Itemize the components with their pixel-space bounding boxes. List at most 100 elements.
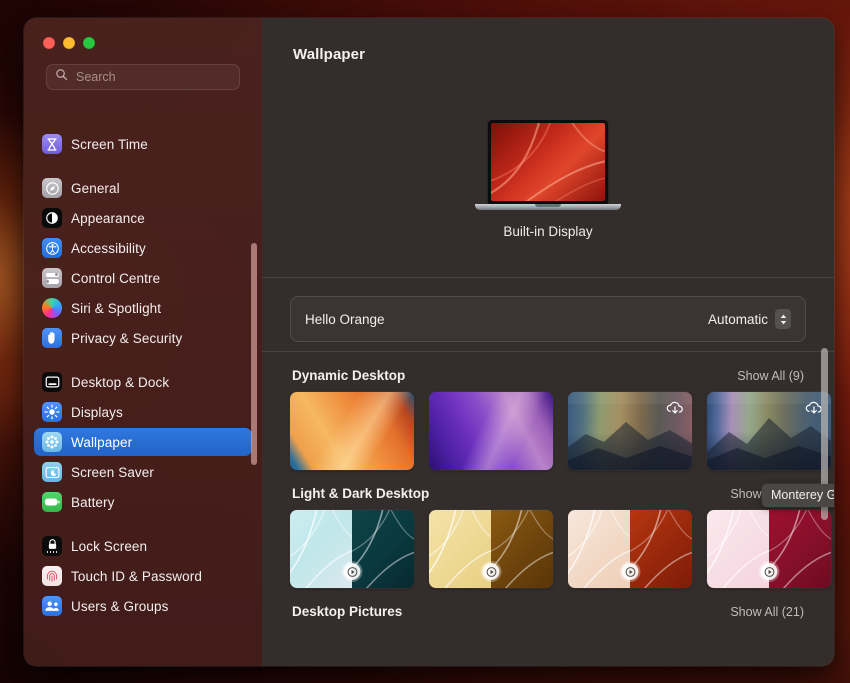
section-header: Dynamic Desktop Show All (9) xyxy=(290,368,806,392)
sidebar-item-label: Battery xyxy=(71,495,114,510)
sidebar-item-label: Wallpaper xyxy=(71,435,132,450)
section-header: Light & Dark DesktopShow All (19) xyxy=(290,486,806,510)
sidebar-item-label: Desktop & Dock xyxy=(71,375,169,390)
control-centre-icon xyxy=(42,268,62,288)
section-title: Light & Dark Desktop xyxy=(292,486,429,501)
sidebar-item-label: Screen Saver xyxy=(71,465,154,480)
sidebar-item-screen-saver[interactable]: Screen Saver xyxy=(34,458,252,486)
touch-id-icon xyxy=(42,566,62,586)
wallpaper-thumbnail[interactable] xyxy=(429,392,553,470)
battery-icon xyxy=(42,492,62,512)
wallpaper-thumbnail[interactable] xyxy=(290,392,414,470)
general-icon xyxy=(42,178,62,198)
wallpaper-thumbnail[interactable] xyxy=(290,510,414,588)
laptop-base xyxy=(475,204,621,210)
current-wallpaper-row[interactable]: Hello Orange Automatic xyxy=(290,296,806,342)
wallpaper-mode-popup[interactable]: Automatic xyxy=(708,309,791,329)
sidebar-item-wallpaper[interactable]: Wallpaper xyxy=(34,428,252,456)
laptop-screen xyxy=(488,120,608,204)
sidebar: Screen Time General Appearance Accessibi… xyxy=(24,18,262,666)
gallery-section: Dynamic Desktop Show All (9) xyxy=(290,352,806,470)
displays-icon xyxy=(42,402,62,422)
wallpaper-gallery[interactable]: Dynamic Desktop Show All (9) Light & Dark… xyxy=(262,351,834,666)
section-title: Dynamic Desktop xyxy=(292,368,405,383)
appearance-icon xyxy=(42,208,62,228)
sidebar-item-accessibility[interactable]: Accessibility xyxy=(34,234,252,262)
sidebar-item-appearance[interactable]: Appearance xyxy=(34,204,252,232)
search-box[interactable] xyxy=(46,64,240,90)
lock-screen-icon xyxy=(42,536,62,556)
system-settings-window: Screen Time General Appearance Accessibi… xyxy=(24,18,834,666)
sidebar-item-label: Accessibility xyxy=(71,241,146,256)
dark-variant xyxy=(352,510,414,588)
sidebar-item-label: Screen Time xyxy=(71,137,148,152)
sidebar-item-label: Control Centre xyxy=(71,271,160,286)
sidebar-item-control-centre[interactable]: Control Centre xyxy=(34,264,252,292)
sidebar-item-label: Users & Groups xyxy=(71,599,168,614)
privacy-icon xyxy=(42,328,62,348)
screen-time-icon xyxy=(42,134,62,154)
sidebar-item-privacy-security[interactable]: Privacy & Security xyxy=(34,324,252,352)
wallpaper-thumbnail[interactable] xyxy=(568,392,692,470)
current-wallpaper-name: Hello Orange xyxy=(305,312,385,327)
close-window-button[interactable] xyxy=(43,37,55,49)
sidebar-item-siri-spotlight[interactable]: Siri & Spotlight xyxy=(34,294,252,322)
download-cloud-icon[interactable] xyxy=(665,399,685,419)
light-variant xyxy=(429,510,491,588)
gallery-section: Desktop Pictures Show All (21) xyxy=(290,588,806,628)
preview-play-icon[interactable] xyxy=(483,563,500,580)
minimise-window-button[interactable] xyxy=(63,37,75,49)
sidebar-group: Desktop & Dock Displays Wallpaper Screen… xyxy=(34,364,252,528)
maximise-window-button[interactable] xyxy=(83,37,95,49)
wallpaper-thumbnail[interactable] xyxy=(707,510,831,588)
light-variant xyxy=(707,510,769,588)
search-icon xyxy=(55,68,68,86)
section-title: Desktop Pictures xyxy=(292,604,402,619)
sidebar-item-battery[interactable]: Battery xyxy=(34,488,252,516)
sidebar-item-label: Displays xyxy=(71,405,123,420)
sidebar-item-general[interactable]: General xyxy=(34,174,252,202)
thumbnail-tooltip: Monterey Graphic xyxy=(762,484,834,507)
laptop-preview[interactable] xyxy=(475,120,621,210)
sidebar-group: General Appearance Accessibility Control… xyxy=(34,170,252,364)
display-preview-section: Built-in Display xyxy=(262,90,834,278)
sidebar-scrollbar-thumb[interactable] xyxy=(251,243,257,465)
sidebar-item-label: Appearance xyxy=(71,211,145,226)
dark-variant xyxy=(630,510,692,588)
users-groups-icon xyxy=(42,596,62,616)
thumbnail-artwork xyxy=(290,392,414,470)
wallpaper-thumbnail[interactable] xyxy=(568,510,692,588)
sidebar-item-screen-time[interactable]: Screen Time xyxy=(34,130,252,158)
preview-play-icon[interactable] xyxy=(761,563,778,580)
thumbnail-artwork xyxy=(429,392,553,470)
preview-play-icon[interactable] xyxy=(622,563,639,580)
wallpaper-thumbnail[interactable] xyxy=(429,510,553,588)
page-title: Wallpaper xyxy=(293,46,365,63)
main-content: Wallpaper xyxy=(262,18,834,666)
sidebar-item-label: Privacy & Security xyxy=(71,331,182,346)
wallpaper-mode-value: Automatic xyxy=(708,312,768,327)
sidebar-item-label: Touch ID & Password xyxy=(71,569,202,584)
window-controls xyxy=(24,18,262,64)
sidebar-item-touch-id-password[interactable]: Touch ID & Password xyxy=(34,562,252,590)
laptop-wallpaper-preview xyxy=(491,123,605,201)
sidebar-item-label: General xyxy=(71,181,120,196)
sidebar-item-displays[interactable]: Displays xyxy=(34,398,252,426)
siri-icon xyxy=(42,298,62,318)
sidebar-item-lock-screen[interactable]: Lock Screen xyxy=(34,532,252,560)
sidebar-item-label: Lock Screen xyxy=(71,539,147,554)
section-header: Desktop Pictures Show All (21) xyxy=(290,604,806,628)
sidebar-item-desktop-dock[interactable]: Desktop & Dock xyxy=(34,368,252,396)
sidebar-item-users-groups[interactable]: Users & Groups xyxy=(34,592,252,620)
sidebar-group: Screen Time xyxy=(34,130,252,170)
show-all-link[interactable]: Show All (21) xyxy=(730,605,804,619)
wallpaper-thumbnail[interactable] xyxy=(707,392,831,470)
search-input[interactable] xyxy=(76,70,237,84)
show-all-link[interactable]: Show All (9) xyxy=(737,369,804,383)
current-wallpaper-container: Hello Orange Automatic xyxy=(262,278,834,356)
sidebar-nav-list[interactable]: Screen Time General Appearance Accessibi… xyxy=(24,128,262,666)
desktop-dock-icon xyxy=(42,372,62,392)
dark-variant xyxy=(769,510,831,588)
up-down-chevron-icon xyxy=(775,309,791,329)
preview-play-icon[interactable] xyxy=(344,563,361,580)
